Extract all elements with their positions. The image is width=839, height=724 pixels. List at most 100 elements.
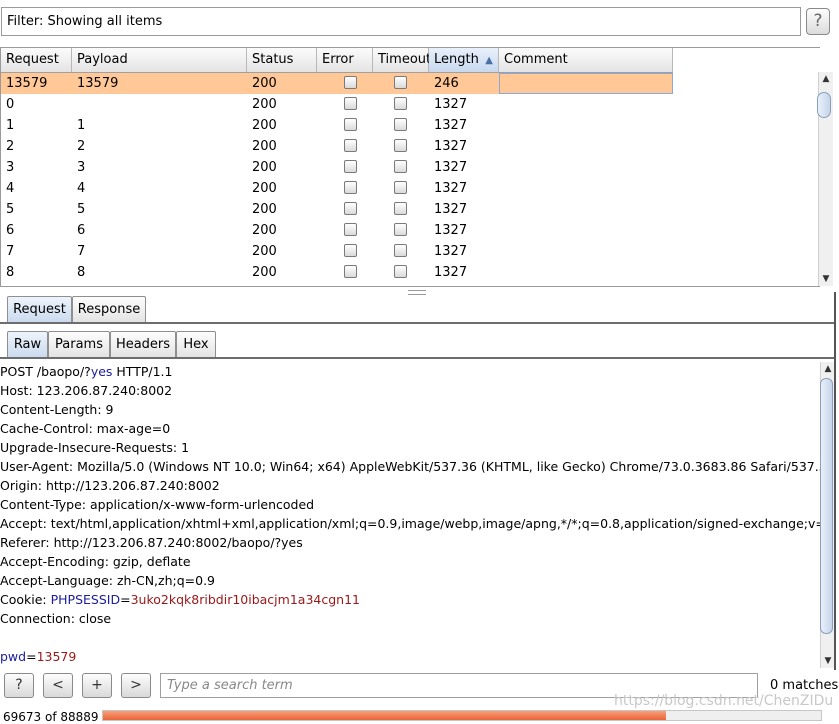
- column-header-length[interactable]: Length ▲: [429, 48, 499, 72]
- cell-payload: 2: [77, 139, 86, 154]
- cell-payload: [72, 94, 247, 115]
- cell-status: 200: [252, 118, 277, 133]
- table-scroll-thumb[interactable]: [817, 92, 831, 118]
- cell-length: 1327: [434, 139, 468, 154]
- request-body: pwd=13579: [0, 649, 76, 664]
- header-content-length: Content-Length: 9: [0, 402, 114, 417]
- cell-status: 200: [252, 265, 277, 280]
- search-next-button[interactable]: >: [121, 673, 151, 698]
- header-accept-encoding: Accept-Encoding: gzip, deflate: [0, 554, 191, 569]
- scroll-up-arrow-icon[interactable]: ▲: [821, 362, 835, 376]
- cell-comment-editor[interactable]: [499, 73, 673, 94]
- cell-request: 8: [6, 265, 15, 280]
- timeout-checkbox[interactable]: [394, 76, 407, 89]
- cell-length: 1327: [434, 97, 468, 112]
- raw-scroll-thumb[interactable]: [820, 378, 833, 634]
- error-checkbox[interactable]: [344, 181, 357, 194]
- tab-hex[interactable]: Hex: [176, 331, 216, 358]
- column-header-payload[interactable]: Payload: [72, 48, 247, 72]
- cell-status: 200: [252, 202, 277, 217]
- column-header-comment[interactable]: Comment: [499, 48, 673, 72]
- table-row[interactable]: 3 3 200 1327: [1, 157, 673, 178]
- timeout-checkbox[interactable]: [394, 181, 407, 194]
- error-checkbox[interactable]: [344, 118, 357, 131]
- timeout-checkbox[interactable]: [394, 97, 407, 110]
- table-row[interactable]: 5 5 200 1327: [1, 199, 673, 220]
- cell-request: 4: [6, 181, 15, 196]
- cell-length: 1327: [434, 160, 468, 175]
- cell-request: 6: [6, 223, 15, 238]
- cookie-value: 3uko2kqk8ribdir10ibacjm1a34cgn11: [130, 592, 360, 607]
- table-row[interactable]: 0 200 1327: [1, 94, 673, 115]
- cookie-label: Cookie:: [0, 592, 51, 607]
- scroll-up-arrow-icon[interactable]: ▲: [819, 72, 833, 86]
- body-param-value: 13579: [36, 649, 77, 664]
- progress-fill: [103, 711, 666, 720]
- cell-request: 2: [6, 139, 15, 154]
- help-icon[interactable]: ?: [806, 8, 830, 35]
- filter-bar[interactable]: Filter: Showing all items: [1, 7, 801, 36]
- table-row[interactable]: 7 7 200 1327: [1, 241, 673, 262]
- sort-ascending-icon: ▲: [485, 55, 493, 66]
- tab-raw[interactable]: Raw: [7, 331, 48, 358]
- timeout-checkbox[interactable]: [394, 202, 407, 215]
- tab-headers[interactable]: Headers: [110, 331, 176, 358]
- table-row[interactable]: 2 2 200 1327: [1, 136, 673, 157]
- cell-length: 1327: [434, 202, 468, 217]
- request-line-path: POST /baopo/?: [0, 364, 91, 379]
- header-referer: Referer: http://123.206.87.240:8002/baop…: [0, 535, 303, 550]
- cell-length: 1327: [434, 244, 468, 259]
- error-checkbox[interactable]: [344, 244, 357, 257]
- error-checkbox[interactable]: [344, 202, 357, 215]
- cell-status: 200: [252, 160, 277, 175]
- timeout-checkbox[interactable]: [394, 244, 407, 257]
- table-row[interactable]: 1 1 200 1327: [1, 115, 673, 136]
- column-header-status[interactable]: Status: [247, 48, 317, 72]
- splitter-grip-icon[interactable]: [408, 290, 426, 295]
- search-help-button[interactable]: ?: [4, 673, 34, 698]
- tab-params[interactable]: Params: [48, 331, 110, 358]
- raw-request-editor[interactable]: POST /baopo/?yes HTTP/1.1 Host: 123.206.…: [0, 361, 820, 670]
- panel-border: [834, 292, 836, 670]
- tab-response[interactable]: Response: [72, 296, 146, 323]
- error-checkbox[interactable]: [344, 76, 357, 89]
- cell-payload: 1: [77, 118, 86, 133]
- cell-request: 7: [6, 244, 15, 259]
- scroll-down-arrow-icon[interactable]: ▼: [821, 654, 835, 668]
- table-row[interactable]: 8 8 200 1327: [1, 262, 673, 283]
- cell-length: 1327: [434, 181, 468, 196]
- header-content-type: Content-Type: application/x-www-form-url…: [0, 497, 315, 512]
- cell-payload: 13579: [77, 76, 119, 91]
- header-connection: Connection: close: [0, 611, 112, 626]
- cell-status: 200: [252, 244, 277, 259]
- cell-status: 200: [252, 181, 277, 196]
- cell-length: 1327: [434, 118, 468, 133]
- column-header-error[interactable]: Error: [317, 48, 373, 72]
- error-checkbox[interactable]: [344, 97, 357, 110]
- cell-request: 3: [6, 160, 15, 175]
- table-row[interactable]: 13579 13579 200 246: [1, 73, 673, 94]
- error-checkbox[interactable]: [344, 223, 357, 236]
- search-add-button[interactable]: +: [82, 673, 112, 698]
- scroll-down-arrow-icon[interactable]: ▼: [819, 272, 833, 286]
- timeout-checkbox[interactable]: [394, 160, 407, 173]
- error-checkbox[interactable]: [344, 160, 357, 173]
- cell-status: 200: [252, 97, 277, 112]
- column-header-timeout[interactable]: Timeout: [373, 48, 431, 72]
- timeout-checkbox[interactable]: [394, 118, 407, 131]
- progress-bar: [102, 710, 822, 721]
- error-checkbox[interactable]: [344, 139, 357, 152]
- header-cache-control: Cache-Control: max-age=0: [0, 421, 171, 436]
- results-table: Request Payload Status Error Timeout Len…: [0, 47, 820, 287]
- search-prev-button[interactable]: <: [43, 673, 73, 698]
- table-row[interactable]: 4 4 200 1327: [1, 178, 673, 199]
- tab-request[interactable]: Request: [7, 296, 72, 323]
- header-origin: Origin: http://123.206.87.240:8002: [0, 478, 220, 493]
- timeout-checkbox[interactable]: [394, 265, 407, 278]
- timeout-checkbox[interactable]: [394, 223, 407, 236]
- cell-payload: 5: [77, 202, 86, 217]
- table-row[interactable]: 6 6 200 1327: [1, 220, 673, 241]
- column-header-request[interactable]: Request: [1, 48, 72, 72]
- timeout-checkbox[interactable]: [394, 139, 407, 152]
- error-checkbox[interactable]: [344, 265, 357, 278]
